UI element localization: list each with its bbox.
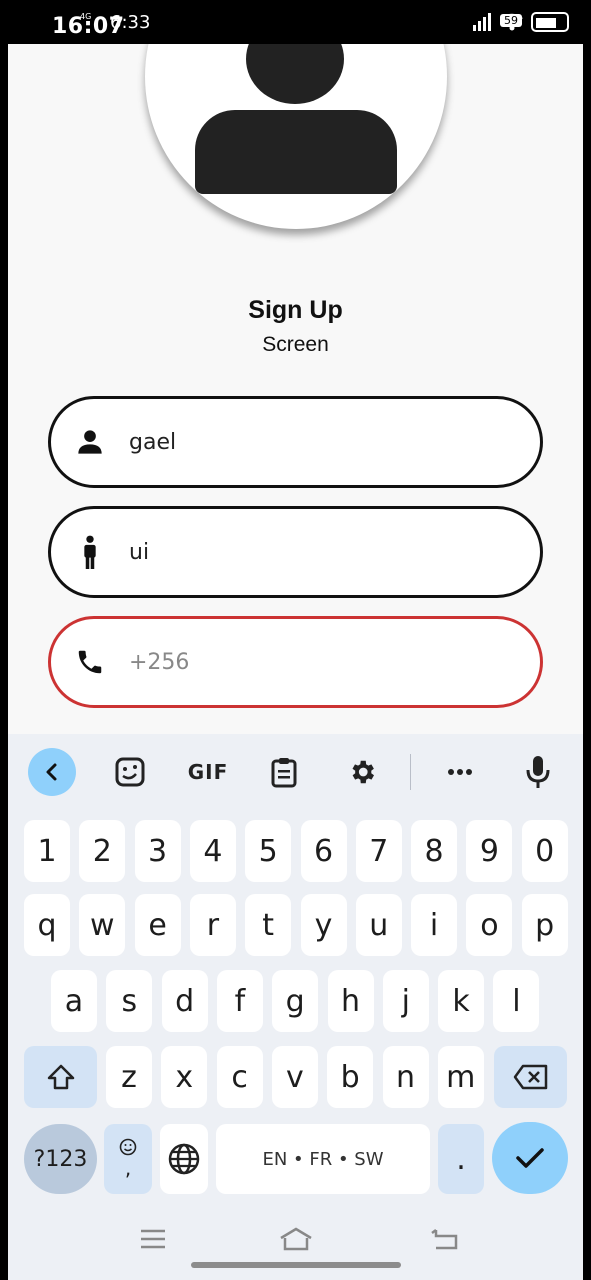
gif-label: GIF [187,760,229,784]
key-5[interactable]: 5 [245,820,292,882]
signal-icon [473,13,491,31]
key-1[interactable]: 1 [24,820,70,882]
key-y[interactable]: y [300,894,347,956]
period-key[interactable]: . [438,1124,484,1194]
key-g[interactable]: g [272,970,319,1032]
person-avatar-icon[interactable] [145,44,447,229]
person-icon [51,399,129,485]
key-w[interactable]: w [79,894,126,956]
page-title: Sign Up [248,296,343,324]
key-p[interactable]: p [521,894,568,956]
shift-icon [47,1064,74,1090]
key-o[interactable]: o [466,894,513,956]
phone-icon [51,619,129,705]
navigation-bar [8,1220,583,1280]
key-z[interactable]: z [106,1046,152,1108]
emoji-comma-key[interactable]: , [104,1124,152,1194]
key-r[interactable]: r [189,894,236,956]
battery-level: 59 [500,14,522,27]
key-3[interactable]: 3 [134,820,181,882]
home-indicator[interactable] [191,1262,401,1268]
key-8[interactable]: 8 [411,820,458,882]
standing-person-icon [51,509,129,595]
key-s[interactable]: s [106,970,153,1032]
key-u[interactable]: u [355,894,402,956]
settings-icon[interactable] [340,750,384,794]
key-x[interactable]: x [161,1046,208,1108]
globe-icon [168,1143,200,1175]
key-b[interactable]: b [327,1046,374,1108]
period-label: . [456,1141,466,1177]
key-h[interactable]: h [327,970,374,1032]
key-4[interactable]: 4 [189,820,236,882]
page-subtitle: Screen [262,333,329,356]
username-value: gael [129,429,177,455]
shift-key[interactable] [24,1046,97,1108]
backspace-key[interactable] [494,1046,567,1108]
key-d[interactable]: d [161,970,208,1032]
status-bar: 4G 16:07 6:33 59 [0,0,591,44]
key-j[interactable]: j [382,970,429,1032]
key-n[interactable]: n [382,1046,429,1108]
keyboard-toolbar: GIF [8,734,583,812]
key-6[interactable]: 6 [300,820,347,882]
key-2[interactable]: 2 [79,820,126,882]
gif-button[interactable]: GIF [182,750,234,794]
space-label: EN • FR • SW [262,1148,384,1170]
signup-screen: Sign Up Screen gael ui +256 [8,44,583,734]
key-i[interactable]: i [411,894,458,956]
name-field[interactable]: ui [48,506,543,598]
status-time-overlay: 6:33 [110,12,151,33]
phone-placeholder: +256 [129,649,190,675]
back-nav-icon[interactable] [428,1222,462,1256]
emoji-icon [119,1138,137,1156]
more-icon[interactable] [438,750,482,794]
clipboard-icon[interactable] [262,750,306,794]
name-value: ui [129,539,150,565]
backspace-icon [513,1064,547,1090]
toolbar-divider [410,754,411,790]
back-icon[interactable] [28,748,76,796]
key-9[interactable]: 9 [466,820,513,882]
key-f[interactable]: f [216,970,263,1032]
key-e[interactable]: e [134,894,181,956]
avatar-body [195,110,397,194]
mic-icon[interactable] [516,750,560,794]
key-0[interactable]: 0 [521,820,568,882]
home-icon[interactable] [278,1222,314,1256]
key-v[interactable]: v [271,1046,318,1108]
battery-icon [531,12,569,32]
avatar-head [246,44,344,104]
username-field[interactable]: gael [48,396,543,488]
enter-key[interactable] [492,1122,568,1194]
key-7[interactable]: 7 [355,820,402,882]
symbols-key[interactable]: ?123 [24,1124,97,1194]
key-t[interactable]: t [245,894,292,956]
symbols-label: ?123 [33,1146,88,1172]
key-k[interactable]: k [438,970,485,1032]
key-a[interactable]: a [51,970,97,1032]
recents-icon[interactable] [136,1222,170,1256]
phone-field[interactable]: +256 [48,616,543,708]
key-q[interactable]: q [24,894,70,956]
soft-keyboard: GIF 1234567890 qwertyuiop asdfghjkl zxcv… [8,734,583,1220]
key-m[interactable]: m [437,1046,484,1108]
comma-label: , [124,1156,132,1180]
sticker-icon[interactable] [108,750,152,794]
checkmark-icon [516,1148,544,1168]
key-l[interactable]: l [493,970,540,1032]
language-key[interactable] [160,1124,208,1194]
space-key[interactable]: EN • FR • SW [216,1124,430,1194]
key-c[interactable]: c [216,1046,263,1108]
